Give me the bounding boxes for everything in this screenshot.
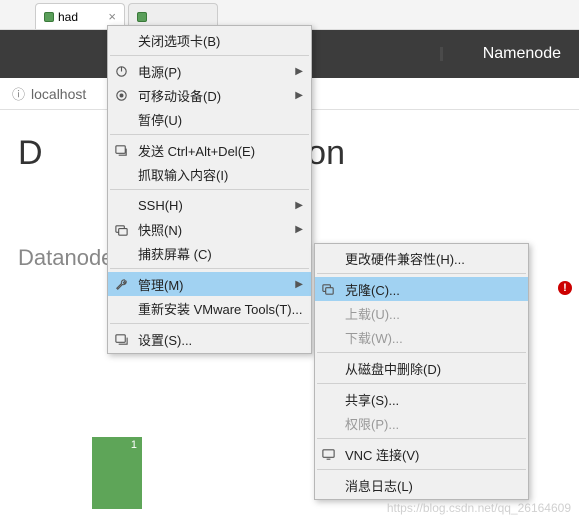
chevron-right-icon: ▶ — [295, 90, 303, 101]
send-icon — [112, 141, 130, 159]
histogram-chart: 1 — [92, 437, 142, 509]
warning-icon: ! — [558, 281, 572, 295]
menu-reinstall-tools[interactable]: 重新安装 VMware Tools(T)... — [108, 296, 311, 320]
menu-vnc[interactable]: VNC 连接(V) — [315, 442, 528, 466]
menu-delete[interactable]: 从磁盘中删除(D) — [315, 356, 528, 380]
menu-separator — [110, 189, 309, 190]
menu-separator — [317, 352, 526, 353]
bar-value: 1 — [131, 439, 137, 451]
chevron-right-icon: ▶ — [295, 200, 303, 211]
tab-favicon — [44, 12, 54, 22]
usb-icon — [112, 86, 130, 104]
address-text: localhost — [31, 86, 86, 102]
power-icon — [112, 62, 130, 80]
menu-separator — [110, 134, 309, 135]
menu-send-cad[interactable]: 发送 Ctrl+Alt+Del(E) — [108, 138, 311, 162]
menu-snapshot[interactable]: 快照(N)▶ — [108, 217, 311, 241]
settings-icon — [112, 330, 130, 348]
menu-separator — [110, 323, 309, 324]
menu-permissions[interactable]: 权限(P)... — [315, 411, 528, 435]
watermark: https://blog.csdn.net/qq_26164609 — [387, 501, 571, 515]
menu-upload[interactable]: 上载(U)... — [315, 301, 528, 325]
menu-separator — [317, 469, 526, 470]
menu-compat[interactable]: 更改硬件兼容性(H)... — [315, 246, 528, 270]
tab-title: had — [58, 10, 78, 24]
chart-bar: 1 — [92, 437, 142, 509]
menu-separator — [317, 273, 526, 274]
clone-icon — [319, 280, 337, 298]
menu-separator — [317, 383, 526, 384]
menu-msglog[interactable]: 消息日志(L) — [315, 473, 528, 497]
info-icon: ⓘ — [12, 84, 25, 103]
menu-grab-input[interactable]: 抓取输入内容(I) — [108, 162, 311, 186]
menu-separator — [110, 268, 309, 269]
context-menu-manage: 更改硬件兼容性(H)... 克隆(C)... 上载(U)... 下载(W)...… — [314, 243, 529, 500]
chevron-right-icon: ▶ — [295, 279, 303, 290]
menu-close-tab[interactable]: 关闭选项卡(B) — [108, 28, 311, 52]
menu-separator — [317, 438, 526, 439]
menu-separator — [110, 55, 309, 56]
menu-share[interactable]: 共享(S)... — [315, 387, 528, 411]
tab-favicon — [137, 12, 147, 22]
menu-settings[interactable]: 设置(S)... — [108, 327, 311, 351]
menu-ssh[interactable]: SSH(H)▶ — [108, 193, 311, 217]
chevron-right-icon: ▶ — [295, 66, 303, 77]
menu-download[interactable]: 下载(W)... — [315, 325, 528, 349]
chevron-right-icon: ▶ — [295, 224, 303, 235]
menu-power[interactable]: 电源(P)▶ — [108, 59, 311, 83]
toolbar-divider — [440, 47, 443, 61]
menu-capture[interactable]: 捕获屏幕 (C) — [108, 241, 311, 265]
menu-pause[interactable]: 暂停(U) — [108, 107, 311, 131]
context-menu-main: 关闭选项卡(B) 电源(P)▶ 可移动设备(D)▶ 暂停(U) 发送 Ctrl+… — [107, 25, 312, 354]
toolbar-label: Namenode — [483, 45, 561, 63]
wrench-icon — [112, 275, 130, 293]
snapshot-icon — [112, 220, 130, 238]
menu-removable[interactable]: 可移动设备(D)▶ — [108, 83, 311, 107]
menu-clone[interactable]: 克隆(C)... — [315, 277, 528, 301]
close-icon[interactable]: × — [108, 9, 116, 24]
monitor-icon — [319, 445, 337, 463]
menu-manage[interactable]: 管理(M)▶ — [108, 272, 311, 296]
